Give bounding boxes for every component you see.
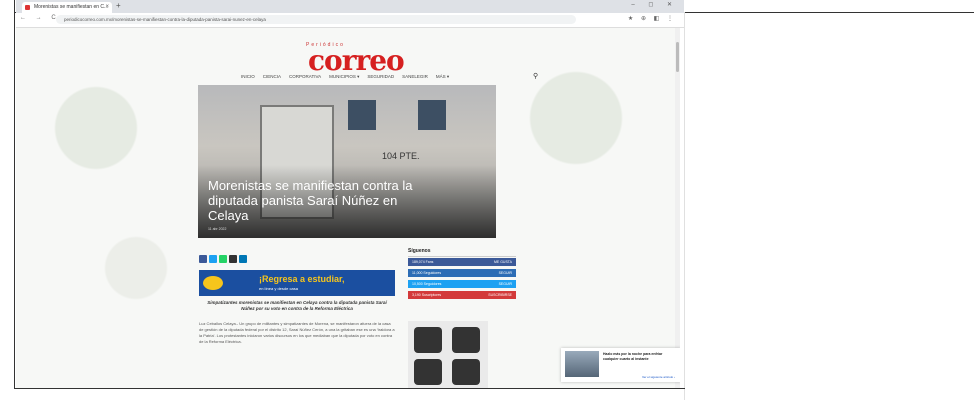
- social-row[interactable]: 3,190 Suscriptores SUSCRIBIRSE: [408, 291, 516, 299]
- share-buttons: [199, 250, 249, 268]
- window-shape: [348, 100, 376, 130]
- ad-product: [452, 359, 480, 385]
- promo-banner[interactable]: ¡Regresa a estudiar, en línea y desde ca…: [199, 270, 395, 296]
- menu-item[interactable]: SANELEGIR: [402, 74, 428, 79]
- popup-image: [565, 351, 599, 377]
- banner-subtitle: en línea y desde casa: [259, 286, 298, 291]
- ad-block[interactable]: [408, 321, 488, 388]
- social-row[interactable]: 10,500 Seguidores SEGUIR: [408, 280, 516, 288]
- main-menu: INICIO CIENCIA CORPORATIVA MUNICIPIOS ▾ SEGU…: [241, 74, 457, 80]
- popup-text: Hazlo más por la noche para enfriar cual…: [603, 352, 663, 361]
- window-controls[interactable]: – ◻ ✕: [631, 1, 678, 8]
- menu-item[interactable]: CIENCIA: [263, 74, 281, 79]
- banner-logo-icon: [203, 276, 223, 290]
- social-label: 189,074 Fans: [412, 260, 434, 264]
- site-logo[interactable]: correo: [308, 44, 405, 77]
- web-page: Periódico correo INICIO CIENCIA CORPORATIV…: [16, 28, 680, 388]
- social-action: ME GUSTA: [493, 260, 512, 264]
- menu-item[interactable]: INICIO: [241, 74, 255, 79]
- search-icon[interactable]: ⚲: [533, 72, 538, 80]
- sidebar-heading: Síguenos: [408, 248, 516, 257]
- popup-link[interactable]: Ver el siguiente artículo ›: [642, 375, 675, 379]
- menu-item[interactable]: SEGURIDAD: [367, 74, 394, 79]
- social-action: SEGUIR: [498, 282, 512, 286]
- window-shape: [418, 100, 446, 130]
- scrollbar-thumb[interactable]: [676, 42, 679, 72]
- article-headline[interactable]: Morenistas se manifiestan contra la dipu…: [208, 178, 428, 223]
- article-date: 11 abr 2022: [208, 227, 227, 231]
- house-number: 104 PTE.: [382, 151, 420, 161]
- menu-item[interactable]: MÁS ▾: [436, 74, 449, 79]
- social-action: SEGUIR: [498, 271, 512, 275]
- new-tab-button[interactable]: +: [116, 1, 121, 10]
- article-body: Luz Ceballos Celaya.- Un grupo de milita…: [199, 321, 395, 344]
- social-row[interactable]: 11,000 Seguidores SEGUIR: [408, 269, 516, 277]
- social-row[interactable]: 189,074 Fans ME GUSTA: [408, 258, 516, 266]
- navigation-buttons[interactable]: ← → C: [20, 15, 60, 21]
- ad-product: [452, 327, 480, 353]
- extension-icons[interactable]: ★ ⊕ ◧ ⋮: [628, 15, 676, 22]
- social-label: 3,190 Suscriptores: [412, 293, 442, 297]
- close-tab-icon[interactable]: ×: [105, 2, 109, 13]
- browser-tab-strip: Morenistas se manifiestan en C... × + – …: [16, 0, 684, 13]
- menu-item[interactable]: MUNICIPIOS ▾: [329, 74, 359, 79]
- url-field[interactable]: periodicocorreo.com.mx/morenistas-se-man…: [56, 15, 576, 24]
- social-label: 10,500 Seguidores: [412, 282, 442, 286]
- browser-tab[interactable]: Morenistas se manifiestan en C... ×: [22, 2, 112, 13]
- address-bar-row: ← → C periodicocorreo.com.mx/morenistas-…: [16, 13, 684, 28]
- menu-item[interactable]: CORPORATIVA: [289, 74, 321, 79]
- share-button[interactable]: [229, 255, 237, 263]
- banner-title: ¡Regresa a estudiar,: [259, 274, 345, 284]
- share-button[interactable]: [219, 255, 227, 263]
- share-button[interactable]: [209, 255, 217, 263]
- share-button[interactable]: [199, 255, 207, 263]
- social-action: SUSCRIBIRSE: [488, 293, 512, 297]
- favicon-icon: [25, 5, 30, 10]
- ad-product: [414, 359, 442, 385]
- ad-product: [414, 327, 442, 353]
- social-label: 11,000 Seguidores: [412, 271, 442, 275]
- tab-title: Morenistas se manifiestan en C...: [34, 4, 109, 10]
- recommendation-popup[interactable]: Hazlo más por la noche para enfriar cual…: [561, 348, 680, 382]
- scrollbar[interactable]: [675, 28, 680, 388]
- share-button[interactable]: [239, 255, 247, 263]
- image-caption: Simpatizantes morenistas se manifiestan …: [207, 300, 387, 311]
